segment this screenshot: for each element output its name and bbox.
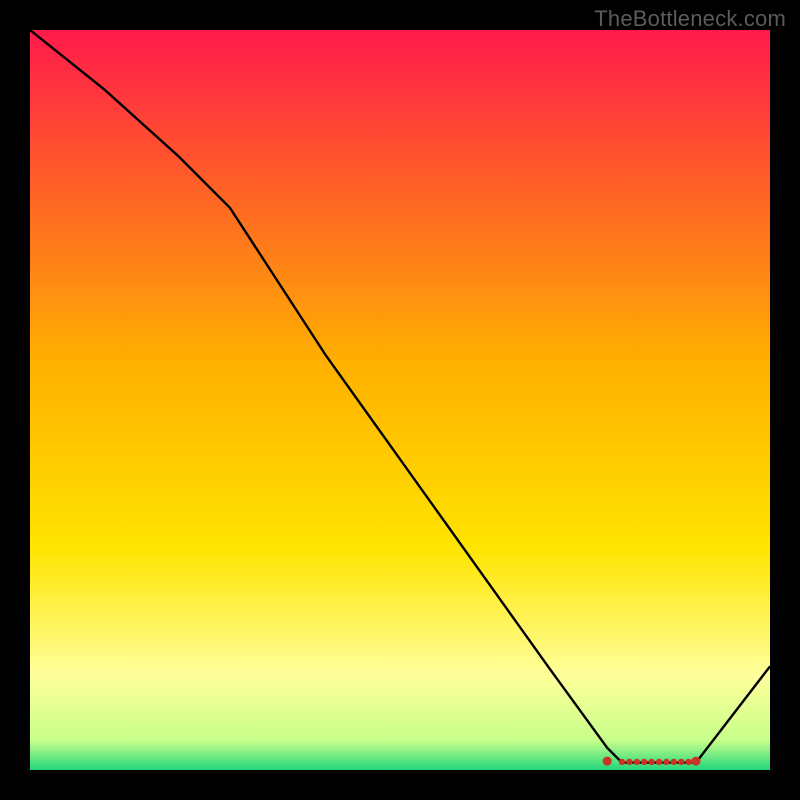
marker-point — [663, 759, 669, 765]
marker-point — [678, 759, 684, 765]
chart-frame: TheBottleneck.com — [0, 0, 800, 800]
watermark-text: TheBottleneck.com — [594, 6, 786, 32]
gradient-background — [30, 30, 770, 770]
marker-point — [603, 757, 612, 766]
marker-point — [648, 759, 654, 765]
marker-point — [619, 759, 625, 765]
marker-point — [626, 759, 632, 765]
marker-point — [641, 759, 647, 765]
marker-point — [671, 759, 677, 765]
chart-svg — [30, 30, 770, 770]
marker-point — [634, 759, 640, 765]
marker-point — [656, 759, 662, 765]
plot-area — [30, 30, 770, 770]
marker-point — [692, 757, 701, 766]
marker-point — [685, 759, 691, 765]
